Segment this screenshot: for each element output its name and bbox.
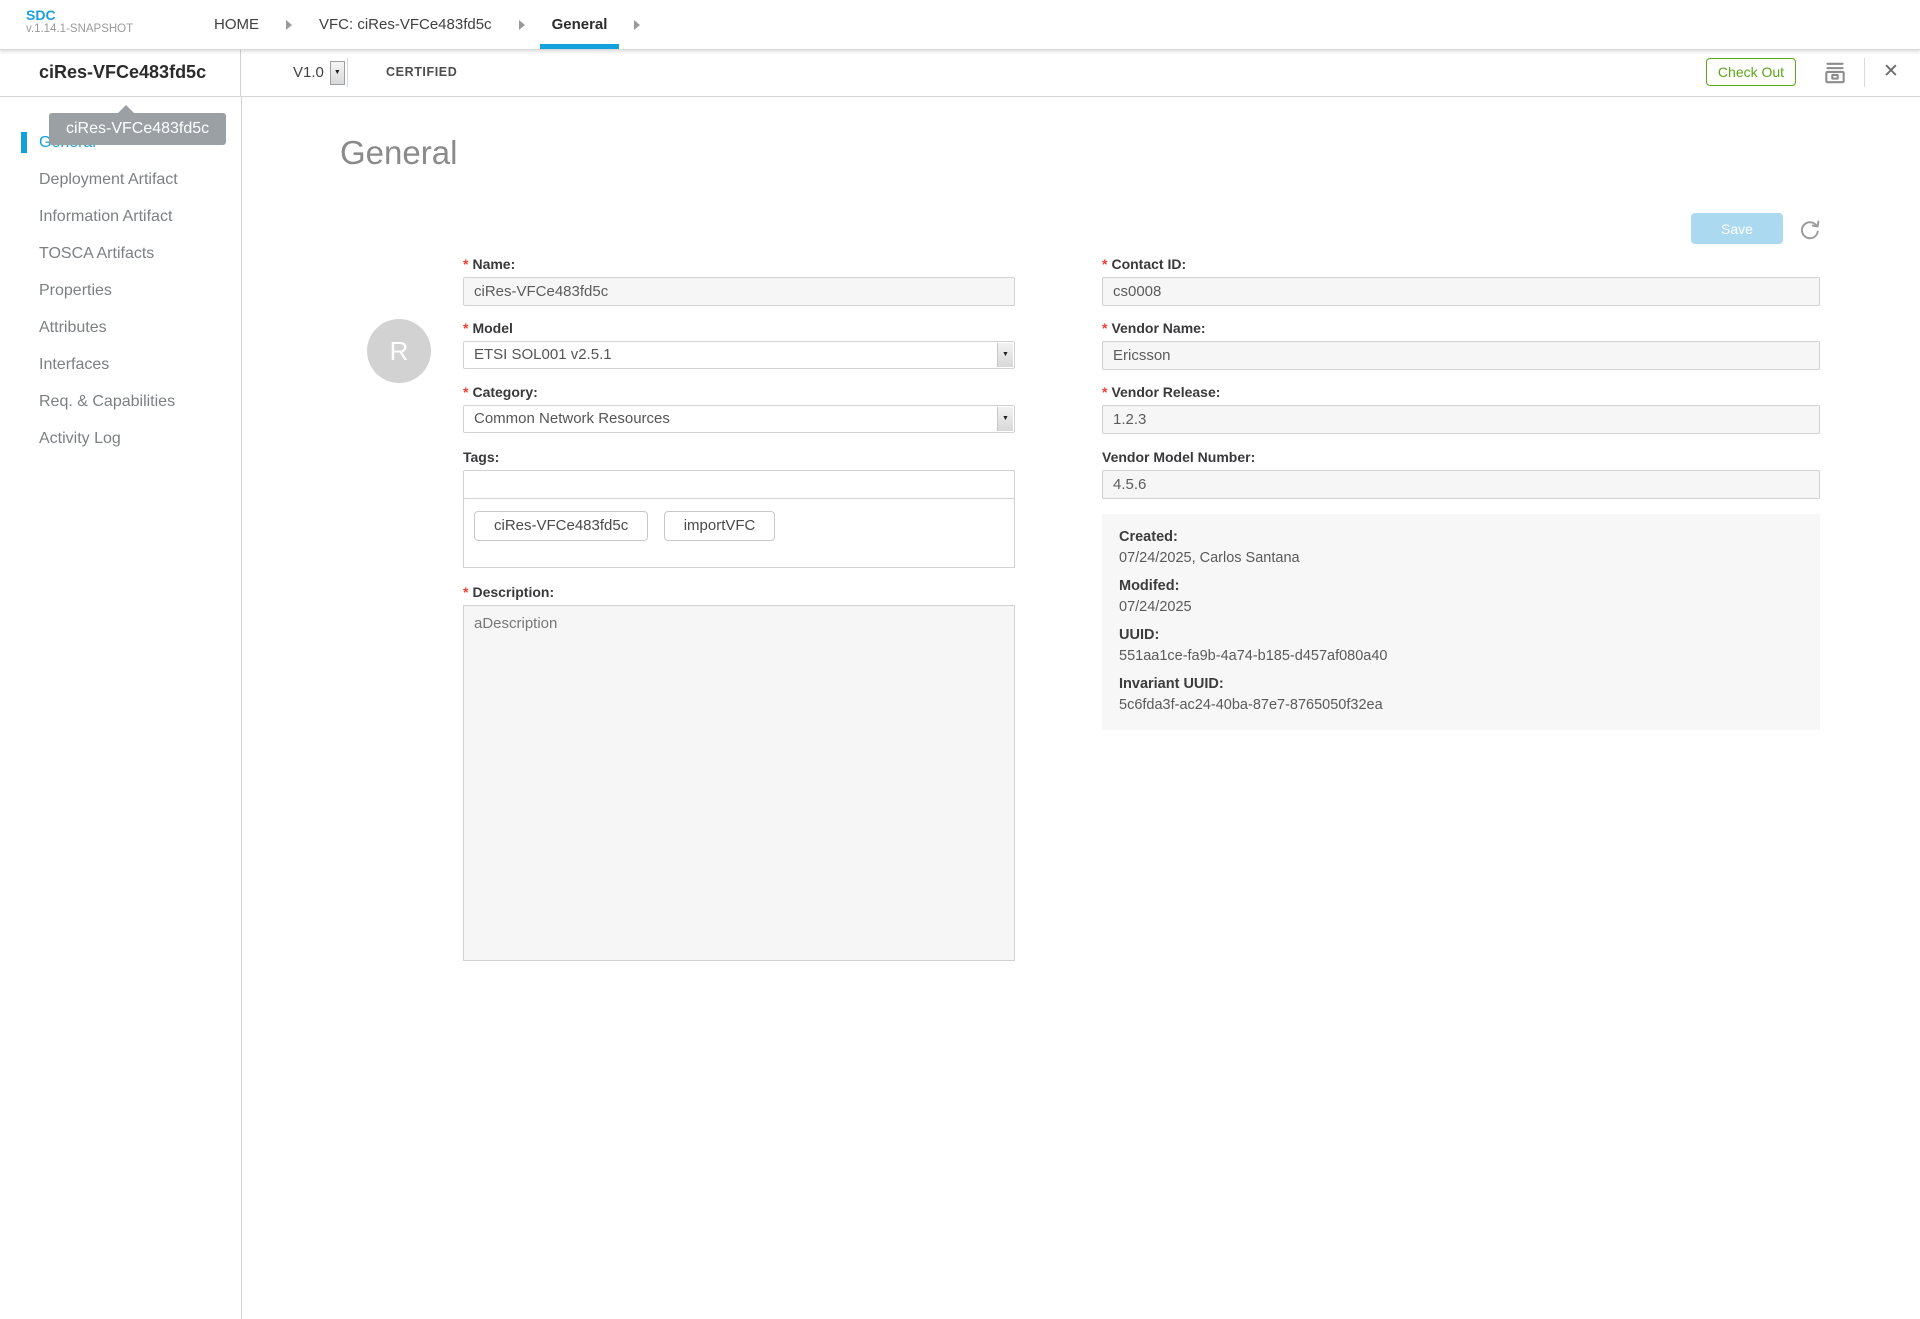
meta-modified: Modifed: 07/24/2025 bbox=[1119, 578, 1192, 615]
tag-chip[interactable]: importVFC bbox=[663, 511, 776, 541]
contact-id-field-group: * Contact ID: bbox=[1102, 256, 1820, 306]
vendor-release-label: * Vendor Release: bbox=[1102, 384, 1221, 400]
required-asterisk: * bbox=[463, 320, 469, 336]
sidebar-item-interfaces[interactable]: Interfaces bbox=[0, 346, 241, 383]
revert-icon bbox=[1800, 220, 1820, 240]
resource-title: ciRes-VFCe483fd5c bbox=[0, 49, 241, 96]
sdc-app: SDC v.1.14.1-SNAPSHOT HOME VFC: ciRes-VF… bbox=[0, 0, 1920, 1319]
category-selected-value: Common Network Resources bbox=[474, 410, 670, 427]
version-dropdown-arrow-icon[interactable]: ▼ bbox=[329, 60, 345, 85]
sidebar-item-label: Req. & Capabilities bbox=[39, 393, 176, 410]
sidebar-item-properties[interactable]: Properties bbox=[0, 272, 241, 309]
resource-header: ciRes-VFCe483fd5c V1.0 ▼ CERTIFIED Check… bbox=[0, 49, 1920, 97]
vendor-release-input[interactable] bbox=[1102, 405, 1820, 434]
breadcrumb-general[interactable]: General bbox=[539, 0, 620, 49]
required-asterisk: * bbox=[463, 384, 469, 400]
category-field-group: * Category: Common Network Resources ▼ bbox=[463, 384, 1015, 433]
avatar-letter: R bbox=[389, 335, 409, 366]
revert-button[interactable] bbox=[1798, 217, 1822, 241]
contact-id-label: * Contact ID: bbox=[1102, 256, 1187, 272]
resource-name-tooltip: ciRes-VFCe483fd5c bbox=[49, 105, 227, 145]
required-asterisk: * bbox=[1102, 384, 1108, 400]
main-content: General Save R *Name: *Model ETSI SOL001… bbox=[242, 96, 1920, 1319]
version-selector[interactable]: V1.0 ▼ bbox=[293, 49, 345, 96]
breadcrumb-home[interactable]: HOME bbox=[214, 16, 259, 33]
breadcrumb-arrow-icon bbox=[634, 19, 641, 30]
sidebar-item-label: Attributes bbox=[39, 319, 107, 336]
sidebar-item-label: Interfaces bbox=[39, 356, 110, 373]
tags-container: ciRes-VFCe483fd5c importVFC bbox=[463, 498, 1015, 568]
sidebar: General Deployment Artifact Information … bbox=[0, 96, 242, 1319]
header-divider bbox=[1864, 58, 1865, 87]
sidebar-item-label: Deployment Artifact bbox=[39, 171, 178, 188]
breadcrumb-arrow-icon bbox=[518, 19, 525, 30]
avatar: R bbox=[367, 319, 431, 383]
header-divider bbox=[347, 58, 348, 87]
save-button[interactable]: Save bbox=[1691, 213, 1783, 244]
meta-created: Created: 07/24/2025, Carlos Santana bbox=[1119, 529, 1300, 566]
check-out-button[interactable]: Check Out bbox=[1706, 58, 1796, 86]
sidebar-item-deployment-artifact[interactable]: Deployment Artifact bbox=[0, 161, 241, 198]
description-field-group: * Description: aDescription bbox=[463, 584, 1015, 966]
sidebar-nav: General Deployment Artifact Information … bbox=[0, 96, 241, 457]
model-select[interactable]: ETSI SOL001 v2.5.1 ▼ bbox=[463, 341, 1015, 369]
required-asterisk: * bbox=[463, 256, 469, 272]
dropdown-arrow-icon: ▼ bbox=[997, 407, 1013, 431]
vendor-model-number-input[interactable] bbox=[1102, 470, 1820, 499]
name-label: * Name: bbox=[463, 256, 516, 272]
required-asterisk: * bbox=[463, 584, 469, 600]
tag-chip[interactable]: ciRes-VFCe483fd5c bbox=[474, 511, 649, 541]
name-input[interactable] bbox=[463, 277, 1015, 306]
archive-icon bbox=[1825, 62, 1845, 84]
model-field-group: * Model ETSI SOL001 v2.5.1 ▼ bbox=[463, 320, 1015, 369]
meta-invariant-uuid: Invariant UUID: 5c6fda3f-ac24-40ba-87e7-… bbox=[1119, 676, 1383, 713]
vendor-name-field-group: * Vendor Name: bbox=[1102, 320, 1820, 370]
sidebar-item-activity-log[interactable]: Activity Log bbox=[0, 420, 241, 457]
vendor-release-field-group: * Vendor Release: bbox=[1102, 384, 1820, 434]
lifecycle-status-label: CERTIFIED bbox=[386, 65, 458, 79]
category-select[interactable]: Common Network Resources ▼ bbox=[463, 405, 1015, 433]
contact-id-input[interactable] bbox=[1102, 277, 1820, 306]
dropdown-arrow-icon: ▼ bbox=[997, 343, 1013, 367]
active-indicator-bar bbox=[21, 132, 27, 153]
sidebar-item-label: Activity Log bbox=[39, 430, 121, 447]
close-icon[interactable]: ✕ bbox=[1876, 57, 1906, 87]
vendor-model-number-field-group: Vendor Model Number: bbox=[1102, 449, 1820, 499]
sidebar-item-label: TOSCA Artifacts bbox=[39, 245, 155, 262]
tags-input[interactable] bbox=[463, 470, 1015, 499]
vendor-name-input[interactable] bbox=[1102, 341, 1820, 370]
category-label: * Category: bbox=[463, 384, 538, 400]
archive-button[interactable] bbox=[1822, 60, 1848, 86]
metadata-panel: Created: 07/24/2025, Carlos Santana Modi… bbox=[1102, 514, 1820, 730]
tags-label: Tags: bbox=[463, 449, 500, 465]
top-bar: SDC v.1.14.1-SNAPSHOT HOME VFC: ciRes-VF… bbox=[0, 0, 1920, 50]
sidebar-item-information-artifact[interactable]: Information Artifact bbox=[0, 198, 241, 235]
sidebar-item-tosca-artifacts[interactable]: TOSCA Artifacts bbox=[0, 235, 241, 272]
description-label: * Description: bbox=[463, 584, 555, 600]
model-selected-value: ETSI SOL001 v2.5.1 bbox=[474, 346, 612, 363]
sidebar-item-attributes[interactable]: Attributes bbox=[0, 309, 241, 346]
meta-uuid: UUID: 551aa1ce-fa9b-4a74-b185-d457af080a… bbox=[1119, 627, 1388, 664]
required-asterisk: * bbox=[1102, 256, 1108, 272]
breadcrumb: HOME VFC: ciRes-VFCe483fd5c General bbox=[214, 0, 667, 49]
app-logo[interactable]: SDC v.1.14.1-SNAPSHOT bbox=[26, 7, 133, 36]
required-asterisk: * bbox=[1102, 320, 1108, 336]
sidebar-item-label: Information Artifact bbox=[39, 208, 173, 225]
name-field-group: * Name: bbox=[463, 256, 1015, 306]
vendor-name-label: * Vendor Name: bbox=[1102, 320, 1206, 336]
sidebar-item-req-capabilities[interactable]: Req. & Capabilities bbox=[0, 383, 241, 420]
sidebar-item-label: Properties bbox=[39, 282, 112, 299]
version-label: V1.0 bbox=[293, 64, 324, 81]
breadcrumb-vfc[interactable]: VFC: ciRes-VFCe483fd5c bbox=[319, 16, 492, 33]
model-label: * Model bbox=[463, 320, 513, 336]
page-title: General bbox=[340, 134, 458, 171]
description-textarea[interactable]: aDescription bbox=[463, 605, 1015, 961]
vendor-model-number-label: Vendor Model Number: bbox=[1102, 449, 1256, 465]
tags-field-group: Tags: ciRes-VFCe483fd5c importVFC bbox=[463, 449, 1015, 568]
app-version: v.1.14.1-SNAPSHOT bbox=[26, 23, 134, 36]
app-logo-text: SDC bbox=[26, 7, 56, 23]
breadcrumb-arrow-icon bbox=[286, 19, 292, 30]
